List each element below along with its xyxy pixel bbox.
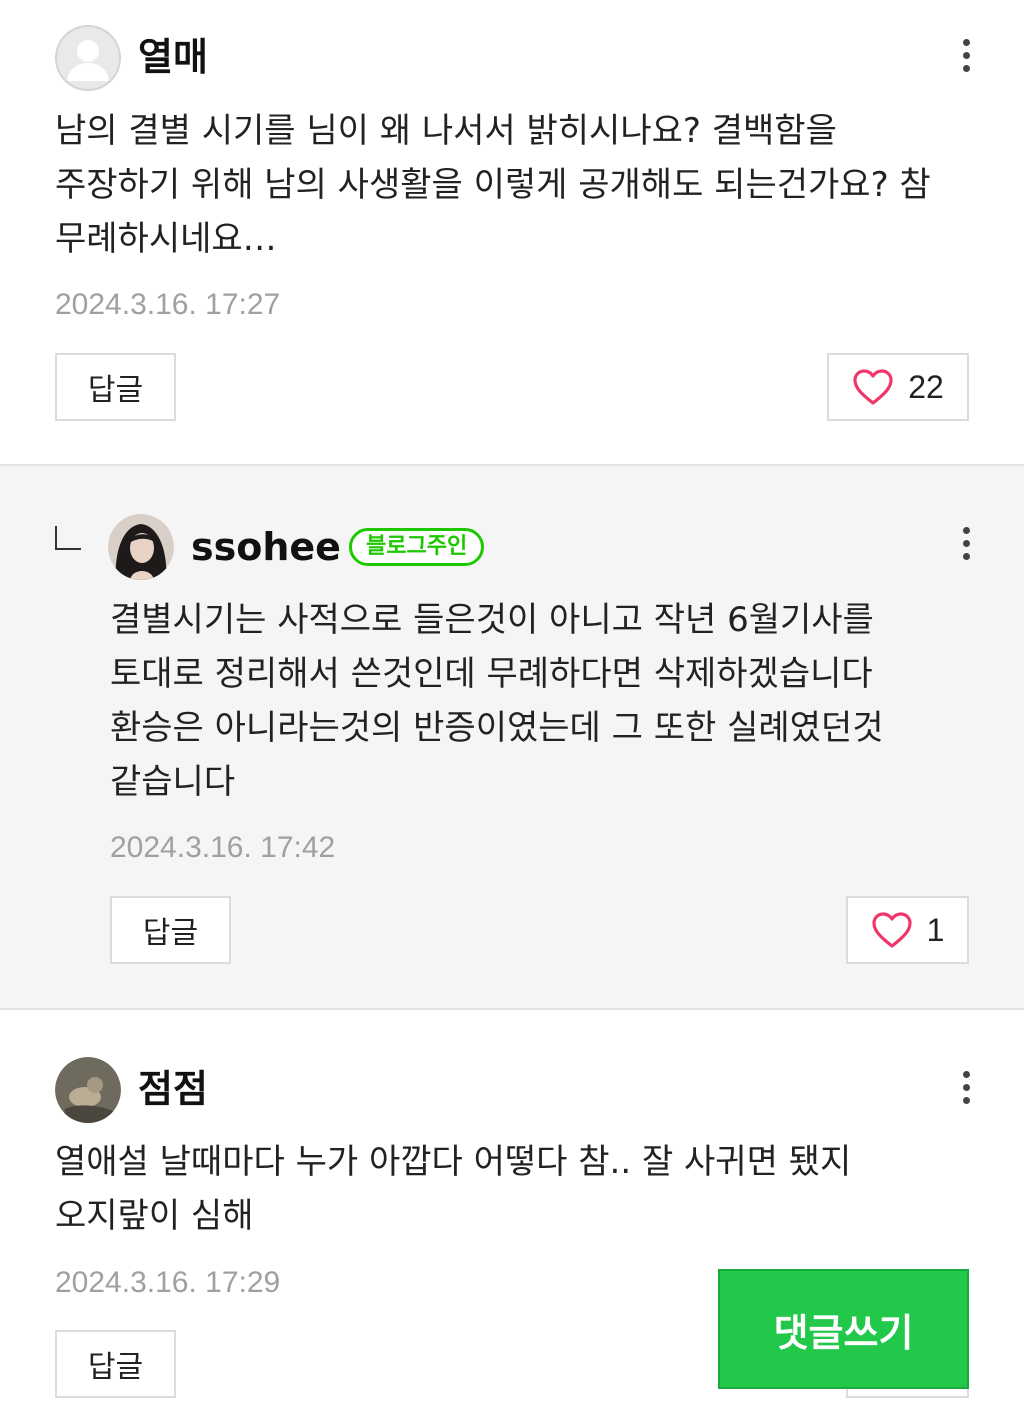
reply-button[interactable]: 답글 [55, 1330, 176, 1398]
default-person-icon [55, 25, 121, 91]
heart-icon [871, 912, 912, 948]
blog-owner-badge: 블로그주인 [349, 528, 485, 566]
comment-list: 열매 남의 결별 시기를 님이 왜 나서서 밝히시나요? 결백함을 주장하기 위… [0, 0, 1024, 1410]
avatar[interactable] [108, 514, 174, 580]
like-button[interactable]: 22 [827, 353, 969, 421]
more-options-icon[interactable] [956, 524, 976, 564]
comment-reply-item: ssohee 블로그주인 결별시기는 사적으로 들은것이 아니고 작년 6월기사… [0, 466, 1024, 1009]
reply-indicator-icon [55, 526, 81, 550]
reply-button[interactable]: 답글 [55, 353, 176, 421]
comment-timestamp: 2024.3.16. 17:42 [110, 831, 336, 864]
comment-text: 열애설 날때마다 누가 아깝다 어떻다 참.. 잘 사귀면 됐지 오지랖이 심해 [55, 1142, 852, 1236]
like-button[interactable]: 1 [846, 896, 969, 964]
comment-item: 열매 남의 결별 시기를 님이 왜 나서서 밝히시나요? 결백함을 주장하기 위… [0, 0, 1024, 465]
avatar[interactable] [55, 1057, 121, 1123]
comment-text: 결별시기는 사적으로 들은것이 아니고 작년 6월기사를 토대로 정리해서 쓴것… [110, 600, 884, 802]
comment-timestamp: 2024.3.16. 17:29 [55, 1266, 281, 1299]
more-options-icon[interactable] [956, 1068, 976, 1108]
write-comment-button[interactable]: 댓글쓰기 [718, 1269, 969, 1389]
profile-photo-icon [108, 514, 174, 580]
comment-author[interactable]: 열매 [138, 34, 208, 80]
comment-author[interactable]: ssohee [191, 524, 341, 570]
more-options-icon[interactable] [956, 36, 976, 76]
comment-timestamp: 2024.3.16. 17:27 [55, 288, 281, 321]
comment-author[interactable]: 점점 [138, 1066, 208, 1112]
profile-photo-icon [55, 1057, 121, 1123]
like-count: 22 [908, 368, 944, 405]
heart-icon [853, 369, 893, 405]
avatar[interactable] [55, 25, 121, 91]
like-count: 1 [926, 911, 945, 948]
comment-text: 남의 결별 시기를 님이 왜 나서서 밝히시나요? 결백함을 주장하기 위해 남… [55, 111, 931, 259]
reply-button[interactable]: 답글 [110, 896, 231, 964]
